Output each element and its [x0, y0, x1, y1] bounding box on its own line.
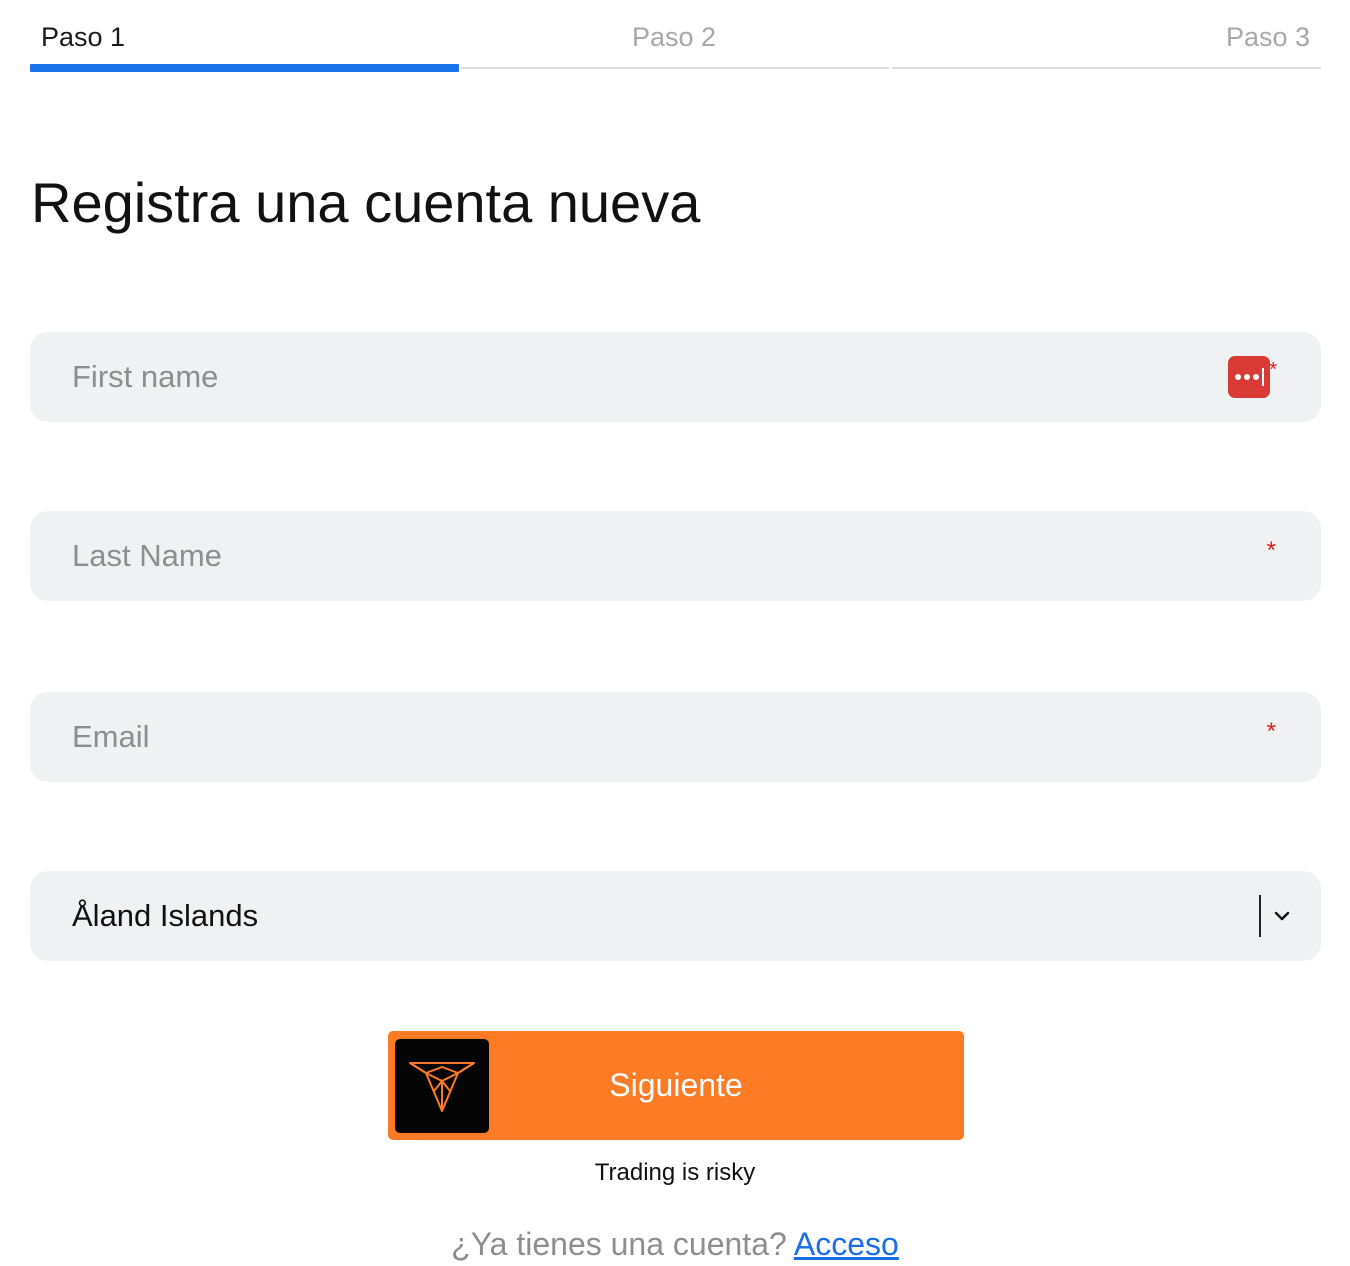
required-asterisk: * — [1266, 537, 1276, 564]
step-1-tab[interactable]: Paso 1 — [41, 20, 125, 54]
first-name-field[interactable]: First name * — [30, 332, 1321, 422]
country-selected-value: Åland Islands — [72, 898, 259, 933]
required-asterisk: * — [1269, 359, 1277, 381]
email-field[interactable]: Email * — [30, 692, 1321, 782]
select-separator — [1259, 895, 1261, 937]
step-3-progress-bar — [892, 67, 1321, 69]
country-select[interactable]: Åland Islands — [30, 871, 1321, 961]
last-name-field[interactable]: Last Name * — [30, 511, 1321, 601]
chevron-down-icon[interactable] — [1273, 907, 1291, 925]
password-manager-icon[interactable] — [1228, 356, 1270, 398]
page-title: Registra una cuenta nueva — [31, 171, 701, 234]
first-name-placeholder: First name — [72, 359, 219, 394]
step-1-progress-bar — [30, 64, 459, 72]
next-button[interactable]: Siguiente — [388, 1031, 964, 1140]
login-link[interactable]: Acceso — [794, 1226, 899, 1262]
step-3-tab[interactable]: Paso 3 — [1226, 20, 1310, 54]
last-name-placeholder: Last Name — [72, 538, 222, 573]
risk-disclaimer: Trading is risky — [594, 1159, 756, 1186]
step-2-progress-bar — [461, 67, 889, 69]
next-button-label: Siguiente — [609, 1067, 743, 1103]
login-prompt-text: ¿Ya tienes una cuenta? — [451, 1226, 787, 1262]
step-2-tab[interactable]: Paso 2 — [632, 20, 716, 54]
email-placeholder: Email — [72, 719, 150, 754]
login-prompt-row: ¿Ya tienes una cuenta? Acceso — [0, 1224, 1350, 1264]
required-asterisk: * — [1266, 718, 1276, 745]
stepper: Paso 1 Paso 2 Paso 3 — [30, 0, 1321, 74]
